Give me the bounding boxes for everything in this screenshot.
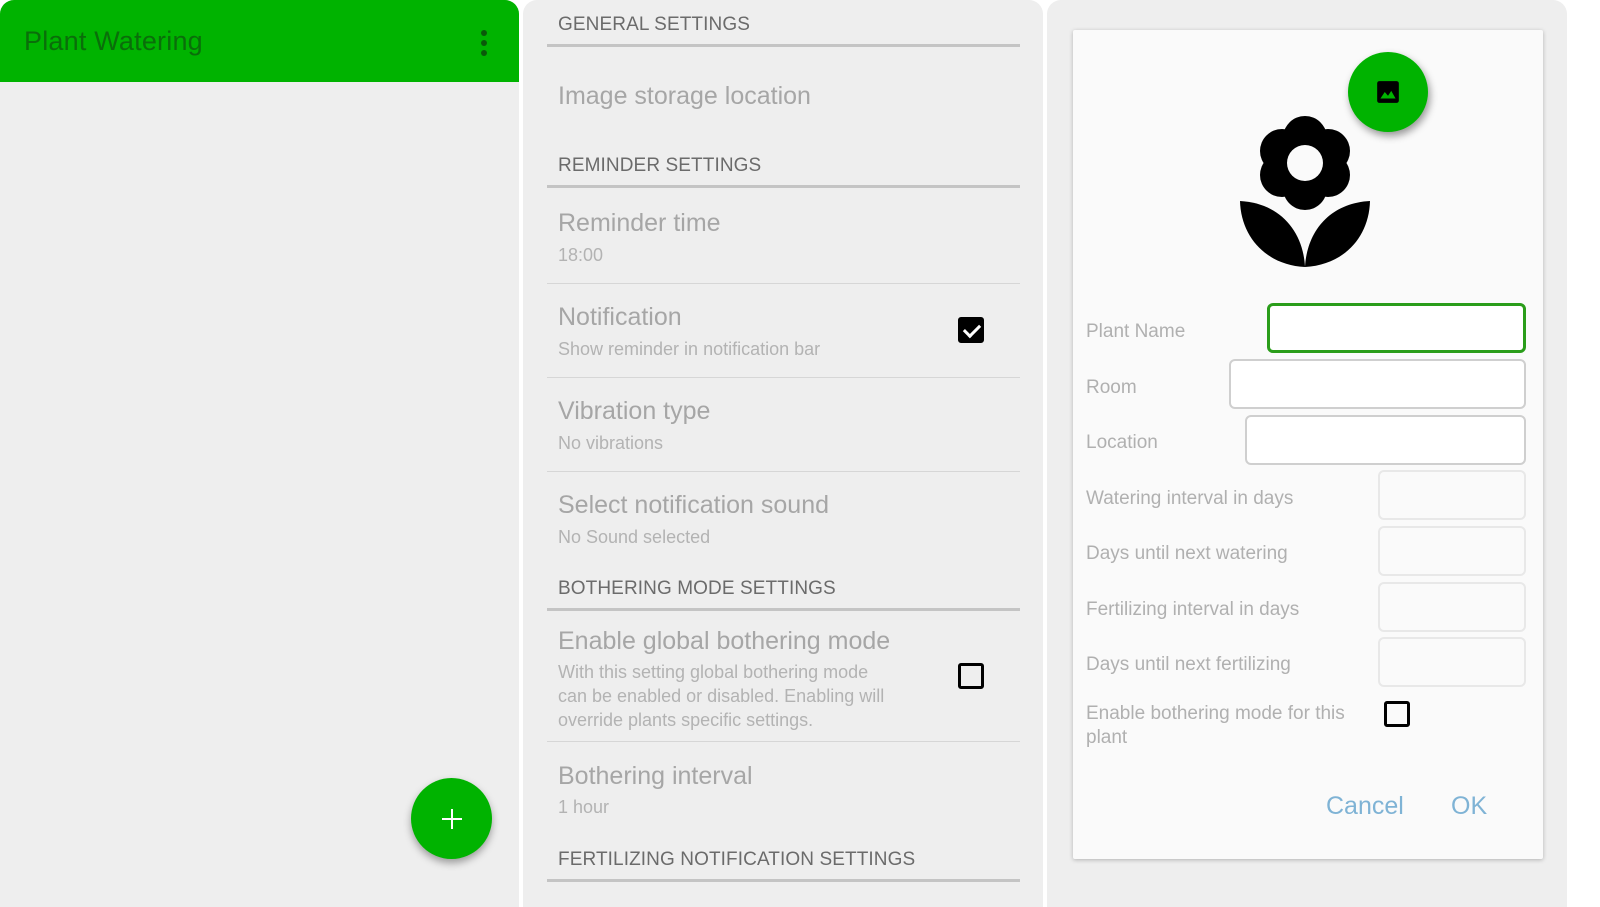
pref-title: Enable global bothering mode: [558, 627, 891, 655]
pref-summary: override plants specific settings.: [558, 710, 814, 730]
plus-icon: [441, 808, 462, 829]
pref-summary: With this setting global bothering mode: [558, 662, 869, 682]
location-input[interactable]: [1245, 415, 1526, 465]
section-divider: [547, 44, 1020, 47]
pref-title: Reminder time: [558, 209, 721, 237]
app-title: Plant Watering: [24, 26, 203, 56]
add-plant-button[interactable]: [411, 778, 492, 859]
pref-summary: Show reminder in notification bar: [558, 339, 821, 359]
image-icon: [1377, 81, 1399, 103]
field-label-days-until-watering: Days until next watering: [1086, 543, 1288, 564]
pref-summary: No vibrations: [558, 433, 664, 453]
section-divider: [547, 879, 1020, 882]
plant-bothering-checkbox[interactable]: [1384, 701, 1410, 727]
pref-summary: No Sound selected: [558, 527, 711, 547]
section-header-bothering: BOTHERING MODE SETTINGS: [558, 578, 836, 599]
section-header-reminder: REMINDER SETTINGS: [558, 155, 762, 176]
notification-checkbox[interactable]: [958, 317, 984, 343]
global-bothering-checkbox[interactable]: [958, 663, 984, 689]
add-plant-screen: Plant Name Room Location Watering interv…: [1047, 0, 1567, 907]
ok-button[interactable]: OK: [1451, 792, 1487, 821]
bothering-label-line: plant: [1086, 727, 1128, 748]
app-bar: Plant Watering: [0, 0, 519, 82]
field-label-room: Room: [1086, 377, 1137, 398]
pref-notification-sound[interactable]: [547, 472, 1020, 572]
fertilizing-interval-input[interactable]: [1378, 582, 1526, 632]
field-label-location: Location: [1086, 432, 1158, 453]
pref-title: Notification: [558, 303, 682, 331]
pref-title: Select notification sound: [558, 491, 830, 519]
more-vert-icon[interactable]: [474, 28, 494, 58]
room-input[interactable]: [1229, 359, 1526, 409]
bothering-label-line: Enable bothering mode for this: [1086, 703, 1345, 724]
flower-icon: [1240, 116, 1370, 267]
plant-name-input[interactable]: [1267, 303, 1526, 353]
pref-summary: 18:00: [558, 245, 604, 265]
main-screen: Plant Watering: [0, 0, 519, 907]
cancel-button[interactable]: Cancel: [1326, 792, 1404, 821]
section-header-general: GENERAL SETTINGS: [558, 14, 750, 35]
settings-screen: GENERAL SETTINGS Image storage location …: [523, 0, 1043, 907]
pref-bothering-interval[interactable]: [547, 742, 1020, 842]
field-label-plant-name: Plant Name: [1086, 321, 1186, 342]
pref-title: Vibration type: [558, 397, 711, 425]
pref-summary: can be enabled or disabled. Enabling wil…: [558, 686, 885, 706]
section-header-fertilizing: FERTILIZING NOTIFICATION SETTINGS: [558, 849, 916, 870]
field-label-fertilizing-interval: Fertilizing interval in days: [1086, 599, 1300, 620]
days-until-watering-input[interactable]: [1378, 526, 1526, 576]
add-plant-dialog: Plant Name Room Location Watering interv…: [1073, 30, 1543, 859]
days-until-fertilizing-input[interactable]: [1378, 637, 1526, 687]
watering-interval-input[interactable]: [1378, 470, 1526, 520]
field-label-watering-interval: Watering interval in days: [1086, 488, 1294, 509]
pref-summary: 1 hour: [558, 797, 610, 817]
pref-title: Image storage location: [558, 82, 811, 110]
pref-title: Bothering interval: [558, 762, 753, 790]
field-label-days-until-fertilizing: Days until next fertilizing: [1086, 654, 1291, 675]
